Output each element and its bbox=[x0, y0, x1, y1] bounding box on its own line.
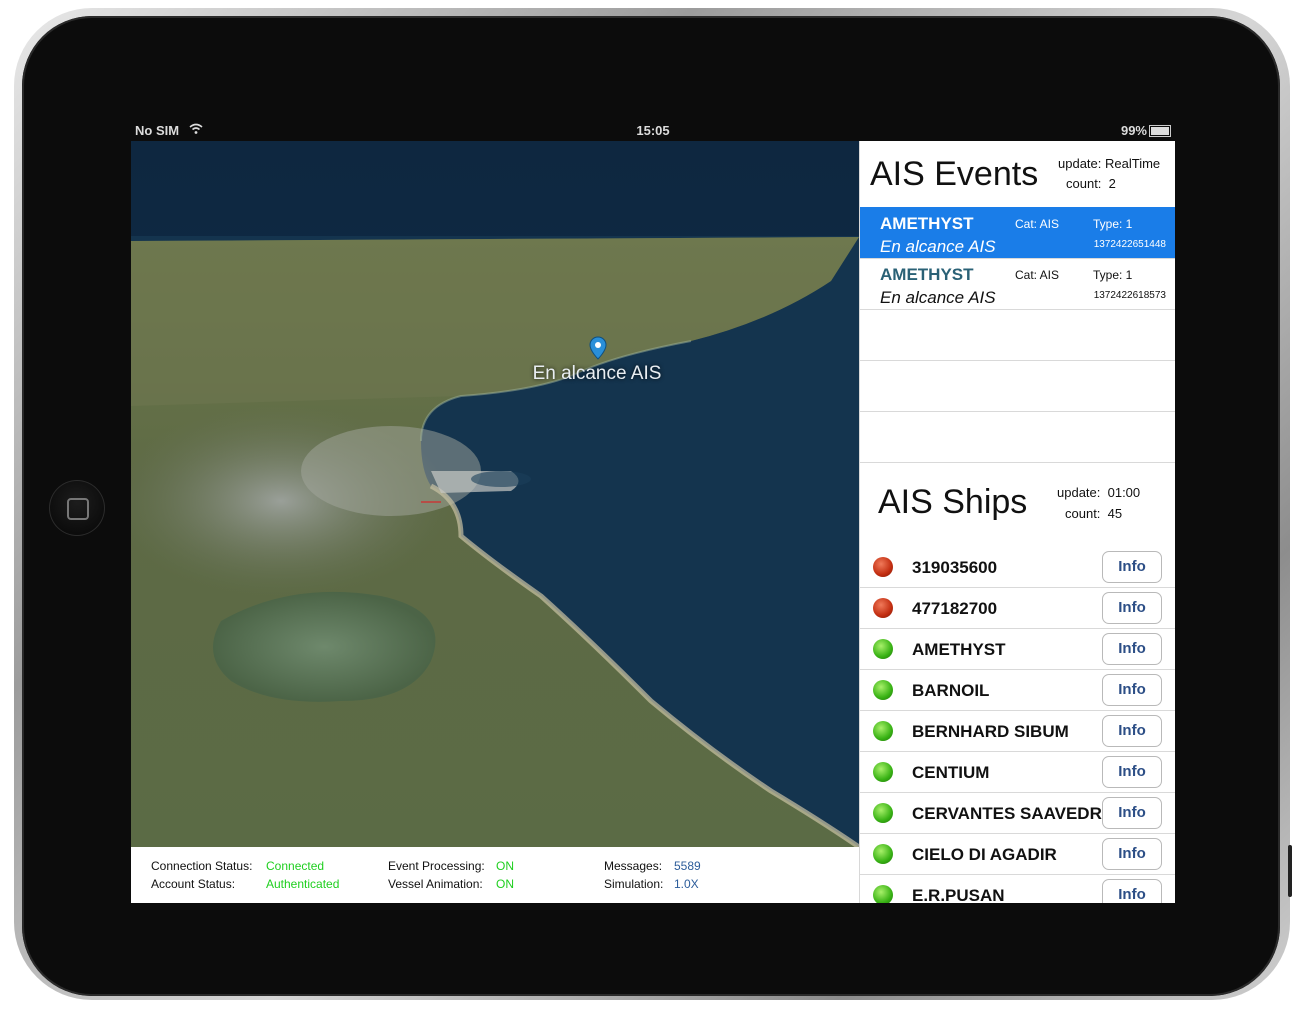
home-square-icon bbox=[67, 498, 89, 520]
event-category: Cat: AIS bbox=[1015, 217, 1060, 231]
battery-icon bbox=[1149, 125, 1171, 137]
ship-name: BARNOIL bbox=[912, 681, 990, 700]
connection-status-label: Connection Status: bbox=[151, 859, 253, 873]
event-processing-label: Event Processing: bbox=[388, 859, 485, 873]
home-button[interactable] bbox=[49, 480, 105, 536]
account-status-label: Account Status: bbox=[151, 877, 236, 891]
map-terrain bbox=[131, 141, 859, 847]
ship-info-button[interactable]: Info bbox=[1102, 797, 1162, 829]
ships-update-value: 01:00 bbox=[1107, 485, 1141, 500]
ship-row[interactable]: 319035600 Info bbox=[860, 547, 1175, 588]
side-panel: AIS Events update: RealTime count: 2 AME… bbox=[859, 141, 1175, 903]
ship-row[interactable]: CIELO DI AGADIR Info bbox=[860, 834, 1175, 875]
event-type: Type: 1 bbox=[1093, 217, 1133, 231]
event-timestamp: 1372422651448 bbox=[1093, 239, 1166, 250]
ship-name: 477182700 bbox=[912, 599, 998, 618]
ship-info-button[interactable]: Info bbox=[1102, 838, 1162, 870]
event-category: Cat: AIS bbox=[1015, 268, 1060, 282]
event-row[interactable]: AMETHYST En alcance AIS Cat: AIS Type: 1… bbox=[860, 258, 1175, 310]
ships-update-label: update: bbox=[1057, 485, 1101, 500]
messages-value: 5589 bbox=[674, 859, 701, 873]
messages-label: Messages: bbox=[604, 859, 663, 873]
account-status-value: Authenticated bbox=[266, 877, 340, 891]
events-count-label: count: bbox=[1066, 176, 1102, 191]
ships-meta: update: 01:00 count: 45 bbox=[1057, 482, 1140, 524]
ship-status-icon bbox=[873, 639, 893, 659]
empty-event-row bbox=[860, 411, 1175, 463]
simulation-value: 1.0X bbox=[674, 877, 699, 891]
location-pin-icon[interactable] bbox=[589, 336, 607, 362]
event-row[interactable]: AMETHYST En alcance AIS Cat: AIS Type: 1… bbox=[860, 207, 1175, 259]
ship-row[interactable]: BERNHARD SIBUM Info bbox=[860, 711, 1175, 752]
ship-info-button[interactable]: Info bbox=[1102, 879, 1162, 903]
events-title: AIS Events bbox=[870, 155, 1039, 193]
ships-count-label: count: bbox=[1065, 506, 1101, 521]
connection-status-value: Connected bbox=[266, 859, 325, 873]
ship-name: AMETHYST bbox=[912, 640, 1006, 659]
ship-status-icon bbox=[873, 762, 893, 782]
app-screen: En alcance AIS Connection Status: Connec… bbox=[131, 141, 1175, 903]
events-update-value: RealTime bbox=[1105, 156, 1161, 171]
event-processing-value: ON bbox=[496, 859, 514, 873]
ship-name: BERNHARD SIBUM bbox=[912, 722, 1069, 741]
events-update-label: update: bbox=[1058, 156, 1102, 171]
ship-row[interactable]: CENTIUM Info bbox=[860, 752, 1175, 793]
event-description: En alcance AIS bbox=[880, 288, 996, 307]
ship-info-button[interactable]: Info bbox=[1102, 756, 1162, 788]
ships-title: AIS Ships bbox=[878, 483, 1028, 521]
events-meta: update: RealTime count: 2 bbox=[1058, 154, 1160, 194]
events-count-value: 2 bbox=[1108, 176, 1116, 191]
connection-status-panel: Connection Status: Connected Account Sta… bbox=[131, 847, 859, 903]
ship-status-icon bbox=[873, 885, 893, 903]
ship-info-button[interactable]: Info bbox=[1102, 715, 1162, 747]
ship-status-icon bbox=[873, 721, 893, 741]
empty-event-row bbox=[860, 360, 1175, 412]
ship-name: CENTIUM bbox=[912, 763, 990, 782]
battery-percent: 99% bbox=[1120, 123, 1147, 138]
vessel-animation-label: Vessel Animation: bbox=[388, 877, 483, 891]
ships-count-value: 45 bbox=[1107, 506, 1123, 521]
ship-name: E.R.PUSAN bbox=[912, 886, 1005, 903]
clock: 15:05 bbox=[636, 123, 670, 138]
event-description: En alcance AIS bbox=[880, 237, 996, 256]
map-view[interactable]: En alcance AIS bbox=[131, 141, 859, 847]
ship-name: 319035600 bbox=[912, 558, 998, 577]
ship-name: CERVANTES SAAVEDRA bbox=[912, 804, 1115, 823]
ship-status-icon bbox=[873, 803, 893, 823]
ship-info-button[interactable]: Info bbox=[1102, 551, 1162, 583]
empty-event-row bbox=[860, 309, 1175, 361]
event-timestamp: 1372422618573 bbox=[1093, 290, 1166, 301]
ship-row[interactable]: 477182700 Info bbox=[860, 588, 1175, 629]
ship-name: CIELO DI AGADIR bbox=[912, 845, 1057, 864]
simulation-label: Simulation: bbox=[604, 877, 664, 891]
ship-row[interactable]: E.R.PUSAN Info bbox=[860, 875, 1175, 903]
ship-status-icon bbox=[873, 844, 893, 864]
ship-row[interactable]: BARNOIL Info bbox=[860, 670, 1175, 711]
event-vessel-name: AMETHYST bbox=[880, 265, 974, 284]
map-annotation-label: En alcance AIS bbox=[532, 363, 662, 384]
status-bar: No SIM 15:05 99% bbox=[131, 121, 1175, 141]
ship-row[interactable]: AMETHYST Info bbox=[860, 629, 1175, 670]
ship-info-button[interactable]: Info bbox=[1102, 674, 1162, 706]
ship-row[interactable]: CERVANTES SAAVEDRA Info bbox=[860, 793, 1175, 834]
vessel-animation-value: ON bbox=[496, 877, 514, 891]
ship-status-icon bbox=[873, 557, 893, 577]
ship-status-icon bbox=[873, 598, 893, 618]
event-type: Type: 1 bbox=[1093, 268, 1133, 282]
ship-status-icon bbox=[873, 680, 893, 700]
ship-info-button[interactable]: Info bbox=[1102, 633, 1162, 665]
side-button bbox=[1288, 845, 1292, 897]
ship-info-button[interactable]: Info bbox=[1102, 592, 1162, 624]
event-vessel-name: AMETHYST bbox=[880, 214, 974, 233]
